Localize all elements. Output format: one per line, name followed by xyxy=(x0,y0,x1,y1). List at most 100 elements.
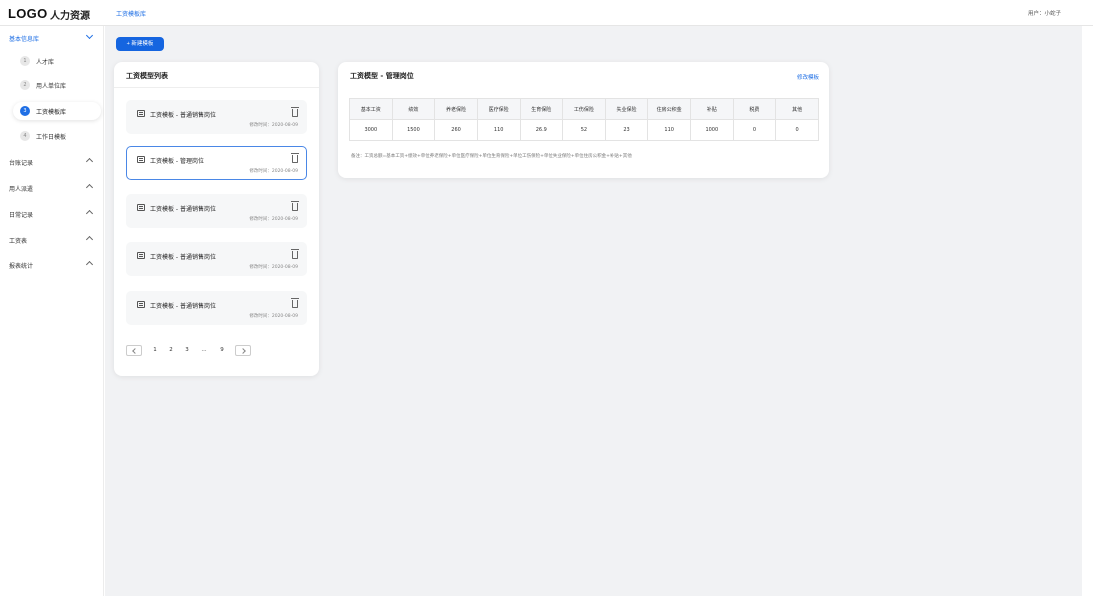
template-name: 工资模板 - 普通销售岗位 xyxy=(150,303,216,310)
trash-icon[interactable] xyxy=(291,201,299,211)
template-modified-time: 修改时间：2020-08-09 xyxy=(249,217,298,222)
trash-icon[interactable] xyxy=(291,249,299,259)
divider xyxy=(114,87,319,88)
template-name: 工资模板 - 普通销售岗位 xyxy=(150,112,216,119)
sidebar-group-basic-info[interactable]: 基本信息库 xyxy=(0,30,104,46)
sidebar-group-ledger[interactable]: 台账记录 xyxy=(0,154,104,170)
template-list-card: 工资模型列表 工资模板 - 普通销售岗位 修改时间：2020-08-09 工资模… xyxy=(114,62,319,376)
sidebar-group-daily[interactable]: 日常记录 xyxy=(0,206,104,222)
pagination: 1 2 3 ... 9 xyxy=(126,345,307,357)
column-header: 工伤保险 xyxy=(562,98,606,120)
table-cell: 260 xyxy=(434,119,478,141)
table-cell: 110 xyxy=(476,119,521,141)
table-header-row: 基本工资 绩效 养老保险 医疗保险 生育保险 工伤保险 失业保险 住房公积金 补… xyxy=(349,98,819,120)
template-modified-time: 修改时间：2020-08-09 xyxy=(249,169,298,174)
sidebar-group-label: 台账记录 xyxy=(9,160,34,167)
breadcrumb-current[interactable]: 工资模板库 xyxy=(116,9,147,27)
table-cell: 52 xyxy=(562,119,606,141)
sidebar-group-reports[interactable]: 报表统计 xyxy=(0,257,104,273)
template-modified-time: 修改时间：2020-08-09 xyxy=(249,123,298,128)
table-cell: 1000 xyxy=(690,119,734,141)
template-modified-time: 修改时间：2020-08-09 xyxy=(249,314,298,319)
trash-icon[interactable] xyxy=(291,298,299,308)
column-header: 税费 xyxy=(732,98,777,120)
template-icon xyxy=(137,156,145,163)
trash-icon[interactable] xyxy=(291,153,299,163)
table-cell: 3000 xyxy=(349,119,393,141)
chevron-up-icon xyxy=(85,235,94,244)
right-gutter xyxy=(1082,26,1093,600)
column-header: 生育保险 xyxy=(519,98,564,120)
column-header: 基本工资 xyxy=(349,98,393,120)
table-cell: 0 xyxy=(775,119,819,141)
template-item-selected[interactable]: 工资模板 - 管理岗位 修改时间：2020-08-09 xyxy=(126,146,307,180)
next-page-button[interactable] xyxy=(235,345,251,356)
sidebar-group-label: 工资表 xyxy=(9,238,28,245)
template-name: 工资模板 - 普通销售岗位 xyxy=(150,254,216,261)
sidebar-group-label: 基本信息库 xyxy=(9,36,40,43)
list-title: 工资模型列表 xyxy=(126,72,168,80)
sidebar: 基本信息库 1 人才库 2 用人单位库 3 工资模板库 4 工作日模板 台账记录… xyxy=(0,26,104,600)
column-header: 养老保险 xyxy=(434,98,478,120)
sidebar-item-workday-template[interactable]: 4 工作日模板 xyxy=(13,127,101,145)
table-cell: 0 xyxy=(732,119,777,141)
detail-title: 工资模型 - 管理岗位 xyxy=(350,72,414,80)
column-header: 失业保险 xyxy=(604,98,649,120)
table-row: 3000 1500 260 110 26.9 52 23 110 1000 0 … xyxy=(349,119,819,141)
page-number[interactable]: 9 xyxy=(217,347,227,353)
sidebar-group-label: 报表统计 xyxy=(9,263,34,270)
sidebar-item-label: 人才库 xyxy=(36,59,55,66)
sidebar-group-payroll[interactable]: 工资表 xyxy=(0,232,104,248)
page-number[interactable]: 3 xyxy=(182,347,192,353)
table-cell: 23 xyxy=(604,119,649,141)
logo: LOGO xyxy=(8,6,48,21)
column-header: 医疗保险 xyxy=(476,98,521,120)
table-cell: 110 xyxy=(647,119,691,141)
template-name: 工资模板 - 管理岗位 xyxy=(150,158,204,165)
template-detail-card: 工资模型 - 管理岗位 修改模板 基本工资 绩效 养老保险 医疗保险 生育保险 … xyxy=(338,62,829,178)
chevron-up-icon xyxy=(85,157,94,166)
column-header: 其他 xyxy=(775,98,819,120)
sidebar-group-label: 用人派遣 xyxy=(9,186,34,193)
sidebar-item-talent[interactable]: 1 人才库 xyxy=(13,52,101,70)
template-item[interactable]: 工资模板 - 普通销售岗位 修改时间：2020-08-09 xyxy=(126,291,307,325)
bottom-strip xyxy=(0,596,1093,600)
chevron-down-icon xyxy=(85,31,94,40)
template-icon xyxy=(137,252,145,259)
column-header: 绩效 xyxy=(391,98,436,120)
chevron-up-icon xyxy=(85,260,94,269)
template-icon xyxy=(137,110,145,117)
page-number[interactable]: 2 xyxy=(166,347,176,353)
sidebar-group-dispatch[interactable]: 用人派遣 xyxy=(0,180,104,196)
sidebar-item-employer[interactable]: 2 用人单位库 xyxy=(13,76,101,94)
chevron-up-icon xyxy=(85,209,94,218)
template-name: 工资模板 - 普通销售岗位 xyxy=(150,206,216,213)
salary-table: 基本工资 绩效 养老保险 医疗保险 生育保险 工伤保险 失业保险 住房公积金 补… xyxy=(349,98,819,141)
salary-remark: 备注：工资总额=基本工资+绩效+单位养老保险+单位医疗保险+单位生育保险+单位工… xyxy=(351,154,632,159)
sidebar-item-salary-template[interactable]: 3 工资模板库 xyxy=(13,102,101,120)
template-icon xyxy=(137,204,145,211)
app-title: 人力资源 xyxy=(50,11,90,22)
edit-template-link[interactable]: 修改模板 xyxy=(797,73,819,81)
user-name[interactable]: 用户：小蛇子 xyxy=(1028,9,1061,17)
template-item[interactable]: 工资模板 - 普通销售岗位 修改时间：2020-08-09 xyxy=(126,100,307,134)
sidebar-group-label: 日常记录 xyxy=(9,212,34,219)
template-item[interactable]: 工资模板 - 普通销售岗位 修改时间：2020-08-09 xyxy=(126,194,307,228)
column-header: 住房公积金 xyxy=(647,98,691,120)
trash-icon[interactable] xyxy=(291,107,299,117)
new-template-button[interactable]: + 新建模板 xyxy=(116,37,164,51)
prev-page-button[interactable] xyxy=(126,345,142,356)
table-cell: 26.9 xyxy=(519,119,564,141)
top-header: LOGO 人力资源 工资模板库 用户：小蛇子 xyxy=(0,0,1093,27)
sidebar-item-label: 工作日模板 xyxy=(36,134,67,141)
table-cell: 1500 xyxy=(391,119,436,141)
template-item[interactable]: 工资模板 - 普通销售岗位 修改时间：2020-08-09 xyxy=(126,242,307,276)
step-number: 2 xyxy=(20,80,30,90)
step-number: 4 xyxy=(20,131,30,141)
chevron-up-icon xyxy=(85,183,94,192)
sidebar-item-label: 用人单位库 xyxy=(36,83,67,90)
page-ellipsis: ... xyxy=(201,347,207,353)
template-icon xyxy=(137,301,145,308)
template-modified-time: 修改时间：2020-08-09 xyxy=(249,265,298,270)
page-number[interactable]: 1 xyxy=(150,347,160,353)
